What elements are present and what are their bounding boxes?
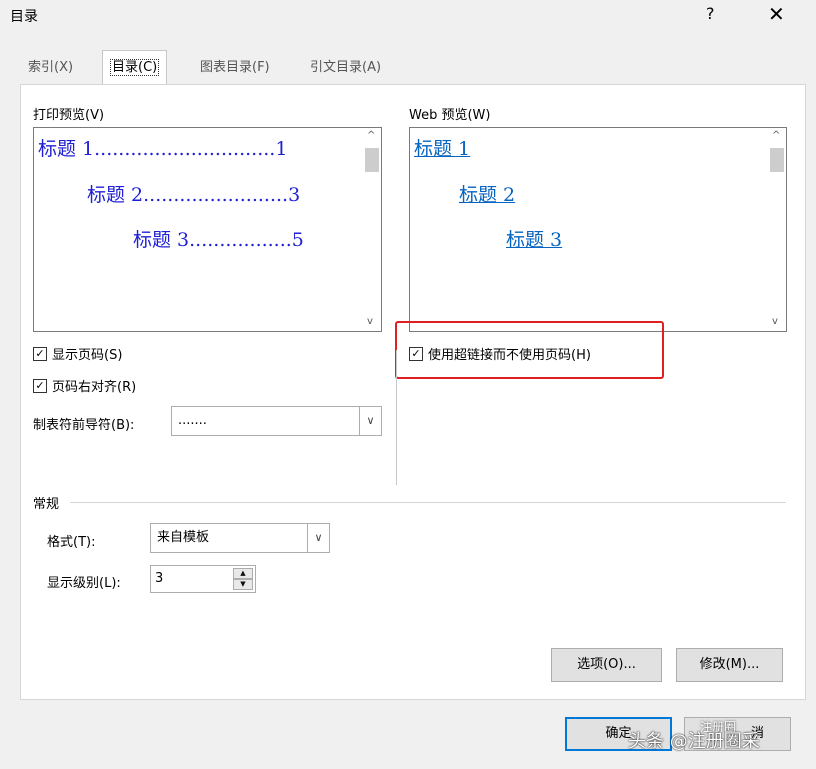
web-heading-3[interactable]: 标题 3 xyxy=(506,225,562,252)
scroll-thumb[interactable] xyxy=(365,148,379,172)
format-value: 来自模板 xyxy=(157,530,210,545)
levels-label: 显示级别(L): xyxy=(47,576,121,591)
show-page-numbers-checkbox[interactable]: ✓ 显示页码(S) xyxy=(33,344,122,363)
chevron-down-icon[interactable]: v xyxy=(367,316,373,327)
checkmark-icon: ✓ xyxy=(33,346,47,361)
options-button[interactable]: 选项(O)... xyxy=(551,648,662,682)
levels-value: 3 xyxy=(155,571,164,586)
chevron-down-icon[interactable]: ∨ xyxy=(359,407,381,435)
chevron-down-icon[interactable]: v xyxy=(772,316,778,327)
tab-index[interactable]: 索引(X) xyxy=(20,52,81,84)
web-heading-2[interactable]: 标题 2 xyxy=(459,180,515,207)
print-preview-label: 打印预览(V) xyxy=(33,108,105,123)
web-preview-label: Web 预览(W) xyxy=(409,108,491,123)
tab-toc[interactable]: 目录(C) xyxy=(102,50,168,84)
tab-figures[interactable]: 图表目录(F) xyxy=(192,52,278,84)
web-heading-1[interactable]: 标题 1 xyxy=(414,134,470,161)
format-label: 格式(T): xyxy=(47,535,96,550)
tab-citations[interactable]: 引文目录(A) xyxy=(302,52,389,84)
print-heading-3: 标题 3.................5 xyxy=(133,229,304,251)
scroll-thumb[interactable] xyxy=(770,148,784,172)
web-preview-scrollbar[interactable]: ^ v xyxy=(768,128,786,331)
print-preview-scrollbar[interactable]: ^ v xyxy=(363,128,381,331)
tab-leader-value: ....... xyxy=(178,413,207,428)
arrow-down-icon[interactable]: ▼ xyxy=(233,579,253,590)
web-preview-box[interactable]: 标题 1 标题 2 标题 3 ^ v xyxy=(409,127,787,332)
levels-stepper[interactable]: 3 ▲ ▼ xyxy=(150,565,256,593)
tab-toc-label: 目录(C) xyxy=(109,59,160,76)
print-heading-1: 标题 1..............................1 xyxy=(38,138,288,160)
dialog-title: 目录 xyxy=(10,9,38,25)
show-page-numbers-label: 显示页码(S) xyxy=(52,348,123,363)
format-select[interactable]: 来自模板 ∨ xyxy=(150,523,330,553)
checkmark-icon: ✓ xyxy=(33,378,47,393)
close-button[interactable]: ✕ xyxy=(768,2,785,26)
highlight-box xyxy=(395,321,664,379)
print-preview-box[interactable]: 标题 1..............................1 标题 2… xyxy=(33,127,382,332)
chevron-up-icon[interactable]: ^ xyxy=(367,130,375,141)
chevron-up-icon[interactable]: ^ xyxy=(772,130,780,141)
section-divider xyxy=(70,502,786,503)
right-align-label: 页码右对齐(R) xyxy=(52,380,137,395)
watermark-text: 头条 @注册圈采 xyxy=(628,731,760,752)
tab-leader-select[interactable]: ....... ∨ xyxy=(171,406,382,436)
print-heading-2: 标题 2........................3 xyxy=(87,184,301,206)
modify-button[interactable]: 修改(M)... xyxy=(676,648,783,682)
tab-leader-label: 制表符前导符(B): xyxy=(33,418,135,433)
general-section-label: 常规 xyxy=(33,497,60,512)
arrow-up-icon[interactable]: ▲ xyxy=(233,568,253,579)
vertical-divider xyxy=(396,350,397,485)
right-align-checkbox[interactable]: ✓ 页码右对齐(R) xyxy=(33,376,136,395)
chevron-down-icon[interactable]: ∨ xyxy=(307,524,329,552)
help-button[interactable]: ? xyxy=(706,4,715,23)
